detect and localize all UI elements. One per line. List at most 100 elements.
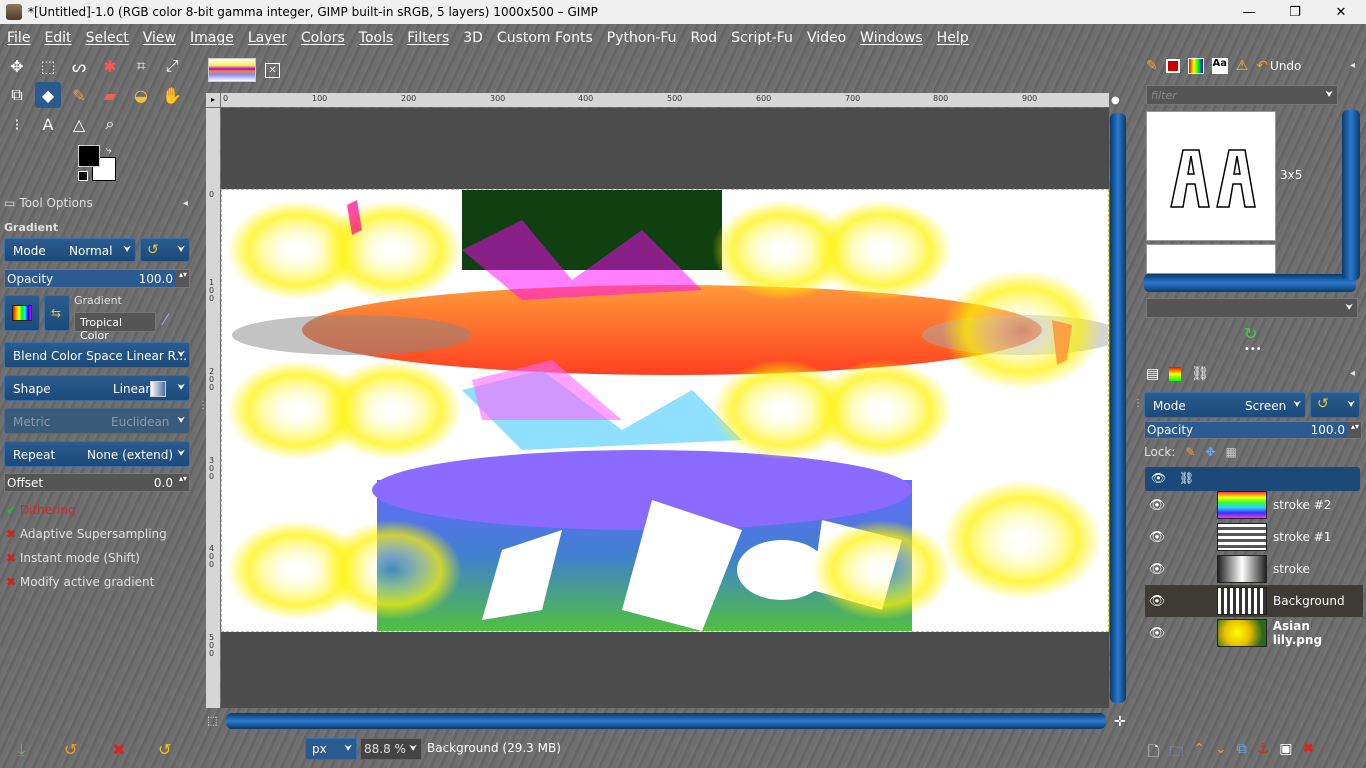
- edit-gradient-icon[interactable]: ⁄: [164, 310, 167, 329]
- brush-vscroll[interactable]: [1342, 110, 1360, 280]
- layer-row-stroke[interactable]: 👁 stroke: [1145, 553, 1363, 585]
- paintbrush-tool-icon[interactable]: ✎: [66, 82, 92, 108]
- lock-alpha-icon[interactable]: ▦: [1226, 445, 1237, 459]
- panel-menu-icon[interactable]: ◂: [1350, 368, 1355, 379]
- layer-mode-select[interactable]: Mode Screen ⮟: [1144, 392, 1306, 418]
- text-tool-icon[interactable]: A: [35, 111, 61, 137]
- unit-select[interactable]: px ⮟: [305, 738, 357, 760]
- raise-layer-icon[interactable]: ⌃: [1193, 741, 1205, 765]
- menu-script-fu[interactable]: Script-Fu: [724, 30, 800, 46]
- brush-tag-input[interactable]: ⮟: [1146, 298, 1358, 318]
- delete-tool-preset-icon[interactable]: ✖: [112, 740, 125, 759]
- crop-tool-icon[interactable]: ⌗: [128, 53, 154, 79]
- measure-tool-icon[interactable]: △: [66, 111, 92, 137]
- menu-edit[interactable]: Edit: [37, 30, 78, 46]
- menu-video[interactable]: Video: [800, 30, 853, 46]
- foreground-color-swatch[interactable]: [78, 145, 100, 167]
- reset-tool-options-icon[interactable]: ↺: [158, 740, 171, 759]
- menu-layer[interactable]: Layer: [241, 30, 294, 46]
- shape-select[interactable]: Shape Linear ⮟: [4, 375, 190, 401]
- brush-preview-2[interactable]: [1146, 244, 1276, 274]
- dithering-checkbox[interactable]: ✔ Dithering: [6, 498, 167, 522]
- eraser-tool-icon[interactable]: ▰: [97, 82, 123, 108]
- close-button[interactable]: ✕: [1318, 0, 1364, 24]
- menu-colors[interactable]: Colors: [294, 30, 352, 46]
- lock-position-icon[interactable]: ✥: [1205, 445, 1215, 459]
- brush-filter-input[interactable]: filter ⮟: [1146, 85, 1338, 105]
- eye-icon[interactable]: 👁: [1145, 530, 1169, 545]
- gradient-tab-icon[interactable]: [1187, 58, 1204, 74]
- layer-mode-reset-button[interactable]: ↺ ⮟: [1310, 392, 1360, 418]
- reverse-gradient-button[interactable]: ⇆: [44, 295, 70, 331]
- menu-select[interactable]: Select: [79, 30, 136, 46]
- eye-icon[interactable]: 👁: [1145, 562, 1169, 577]
- menu-windows[interactable]: Windows: [853, 30, 930, 46]
- eye-icon[interactable]: 👁: [1145, 498, 1169, 513]
- maximize-button[interactable]: ❐: [1272, 0, 1318, 24]
- refresh-brushes-icon[interactable]: ↻: [1244, 324, 1257, 343]
- fuzzy-select-tool-icon[interactable]: ✱: [97, 53, 123, 79]
- layer-opacity-slider[interactable]: Opacity 100.0 ▴▾: [1144, 421, 1362, 439]
- mode-select[interactable]: Mode Normal ⮟: [4, 238, 136, 262]
- lower-layer-icon[interactable]: ⌄: [1215, 741, 1227, 765]
- gradient-preview-button[interactable]: [4, 295, 40, 331]
- swap-colors-icon[interactable]: ⤷: [106, 145, 112, 156]
- rect-select-tool-icon[interactable]: ⬚: [35, 53, 61, 79]
- zoom-select[interactable]: 88.8 % ⮟: [360, 738, 422, 760]
- smudge-tool-icon[interactable]: ✋: [159, 82, 185, 108]
- bucket-fill-tool-icon[interactable]: ◒: [128, 82, 154, 108]
- modify-active-gradient-checkbox[interactable]: ✖ Modify active gradient: [6, 570, 167, 594]
- visibility-header-icon[interactable]: 👁: [1151, 471, 1166, 485]
- layer-row-background[interactable]: 👁 Background: [1145, 585, 1363, 617]
- gradient-tool-icon[interactable]: ◆: [35, 82, 61, 108]
- close-tab-icon[interactable]: ✕: [265, 63, 280, 78]
- transform-tool-icon[interactable]: ⤢: [159, 53, 185, 79]
- undo-icon[interactable]: ↶: [1256, 58, 1268, 74]
- menu-filters[interactable]: Filters: [400, 30, 456, 46]
- font-tab-icon[interactable]: Aa: [1211, 58, 1228, 74]
- save-tool-preset-icon[interactable]: ⤓: [18, 740, 25, 760]
- opacity-slider[interactable]: Opacity 100.0 ▴▾: [4, 269, 190, 288]
- blend-color-space-select[interactable]: Blend Color Space Linear R... ⮟: [4, 342, 190, 368]
- brush-tab-icon[interactable]: ✎: [1146, 58, 1158, 74]
- horizontal-scrollbar[interactable]: [226, 713, 1106, 729]
- path-tool-icon[interactable]: ⁝: [4, 111, 30, 137]
- duplicate-layer-icon[interactable]: ⧉: [1237, 741, 1247, 765]
- layers-tab-icon[interactable]: ▤: [1146, 366, 1159, 382]
- menu-3d[interactable]: 3D: [456, 30, 490, 46]
- reset-colors-icon[interactable]: [78, 171, 88, 181]
- anchor-layer-icon[interactable]: ⚓: [1257, 741, 1270, 765]
- minimize-button[interactable]: —: [1226, 0, 1272, 24]
- quick-mask-toggle-icon[interactable]: ▸: [206, 93, 220, 107]
- warp-tool-icon[interactable]: ⧉: [4, 82, 30, 108]
- pattern-tab-icon[interactable]: [1165, 59, 1180, 73]
- reverse-mode-button[interactable]: ↺ ⮟: [140, 238, 190, 262]
- layer-row-asian-lily[interactable]: 👁 Asian lily.png: [1145, 617, 1363, 649]
- instant-mode-checkbox[interactable]: ✖ Instant mode (Shift): [6, 546, 167, 570]
- offset-slider[interactable]: Offset 0.0 ▴▾: [4, 473, 190, 492]
- brush-preview[interactable]: [1146, 111, 1276, 241]
- spin-icon[interactable]: ▴▾: [179, 270, 187, 279]
- dock-handle[interactable]: ⋮: [1133, 398, 1143, 409]
- eye-icon[interactable]: 👁: [1145, 594, 1169, 609]
- menu-help[interactable]: Help: [930, 30, 976, 46]
- vertical-scrollbar[interactable]: [1110, 113, 1126, 703]
- eye-icon[interactable]: 👁: [1145, 626, 1169, 641]
- menu-custom-fonts[interactable]: Custom Fonts: [490, 30, 600, 46]
- repeat-select[interactable]: Repeat None (extend) ⮟: [4, 441, 190, 467]
- gradient-name[interactable]: Tropical Color: [74, 312, 156, 342]
- menu-view[interactable]: View: [136, 30, 183, 46]
- image-tab-thumbnail[interactable]: [208, 58, 256, 82]
- zoom-tool-icon[interactable]: ⌕: [97, 111, 123, 137]
- navigate-image-icon[interactable]: ✛: [1114, 714, 1126, 730]
- menu-tools[interactable]: Tools: [352, 30, 401, 46]
- navigate-icon[interactable]: ⬚: [207, 714, 217, 727]
- chain-header-icon[interactable]: ⛓: [1179, 471, 1194, 485]
- spin-icon[interactable]: ▴▾: [1351, 422, 1359, 431]
- dock-separator-handle[interactable]: •••: [1244, 344, 1262, 355]
- brush-scrollbar[interactable]: [1144, 274, 1356, 292]
- menu-file[interactable]: File: [0, 30, 37, 46]
- new-layer-icon[interactable]: 🗋: [1148, 741, 1159, 765]
- paths-tab-icon[interactable]: ⛓: [1191, 366, 1209, 382]
- move-tool-icon[interactable]: ✥: [4, 53, 30, 79]
